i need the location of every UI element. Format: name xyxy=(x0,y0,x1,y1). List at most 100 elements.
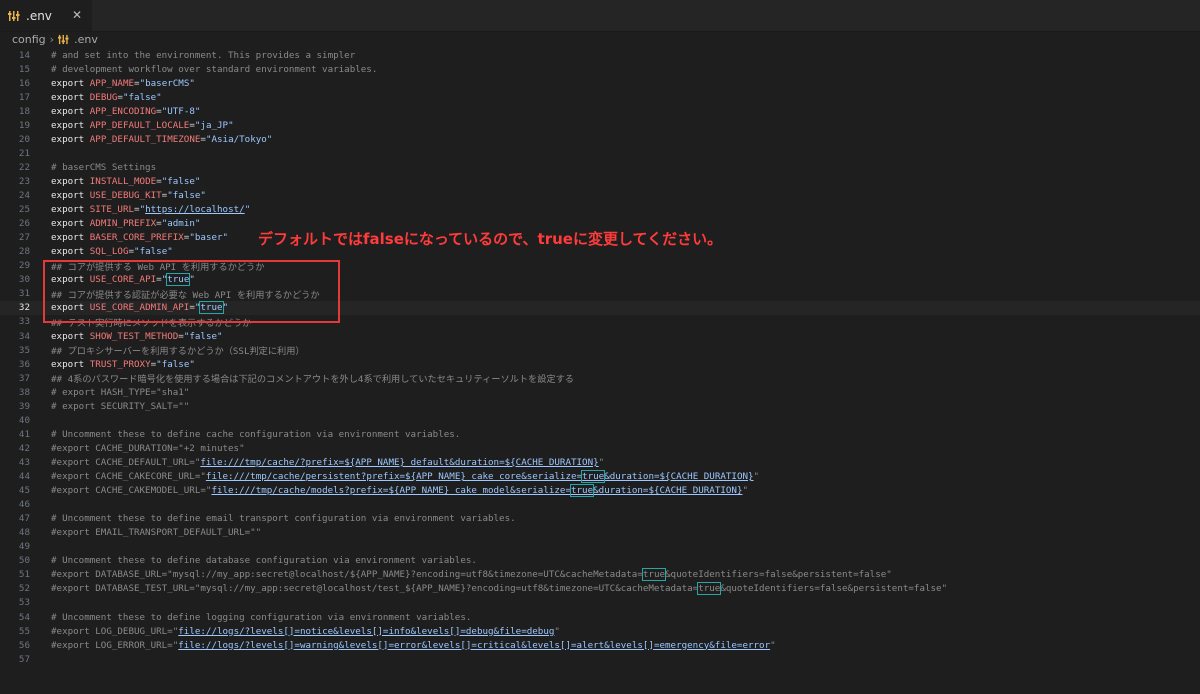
code-line[interactable]: 43 #export CACHE_DEFAULT_URL="file:///tmp… xyxy=(0,455,1200,469)
line-text: # export HASH_TYPE="sha1" xyxy=(51,386,190,398)
code-line[interactable]: 44 #export CACHE_CAKECORE_URL="file:///tm… xyxy=(0,470,1200,484)
line-number: 24 xyxy=(18,190,30,201)
line-number: 20 xyxy=(18,133,30,145)
line-number: 26 xyxy=(18,218,30,230)
code-line[interactable]: 41 # Uncomment these to define cache conf… xyxy=(0,427,1200,441)
line-text: # development workflow over standard env… xyxy=(51,63,378,75)
breadcrumb-file[interactable]: .env xyxy=(58,33,98,46)
code-line[interactable]: 15 # development workflow over standard e… xyxy=(0,62,1200,76)
line-number: 43 xyxy=(18,456,30,468)
line-number: 41 xyxy=(18,428,30,440)
line-number: 40 xyxy=(18,414,30,426)
line-number: 55 xyxy=(18,625,30,637)
code-line[interactable]: 17 export DEBUG="false" xyxy=(0,90,1200,104)
code-line[interactable]: 55 #export LOG_DEBUG_URL="file://logs/?le… xyxy=(0,624,1200,638)
code-line[interactable]: 20 export APP_DEFAULT_TIMEZONE="Asia/Toky… xyxy=(0,132,1200,146)
line-number: 18 xyxy=(18,105,30,117)
code-line[interactable]: 47 # Uncomment these to define email tran… xyxy=(0,512,1200,526)
line-text: #export CACHE_DURATION="+2 minutes" xyxy=(51,442,245,454)
line-text: ## 4系のパスワード暗号化を使用する場合は下記のコメントアウトを外し4系で利用… xyxy=(51,374,574,386)
code-line[interactable]: 54 # Uncomment these to define logging co… xyxy=(0,610,1200,624)
code-line[interactable]: 40 xyxy=(0,413,1200,427)
line-number: 46 xyxy=(18,499,30,511)
line-text: # and set into the environment. This pro… xyxy=(51,49,356,61)
line-number: 21 xyxy=(18,147,30,159)
code-line[interactable]: 42 #export CACHE_DURATION="+2 minutes" xyxy=(0,441,1200,455)
line-number: 22 xyxy=(18,161,30,173)
code-line[interactable]: 51 #export DATABASE_URL="mysql://my_app:s… xyxy=(0,568,1200,582)
line-text: export SHOW_TEST_METHOD="false" xyxy=(51,330,223,342)
line-text: # Uncomment these to define database con… xyxy=(51,555,477,567)
code-line[interactable]: 35 ## プロキシサーバーを利用するかどうか（SSL判定に利用） xyxy=(0,343,1200,358)
line-number: 19 xyxy=(18,119,30,131)
line-text: export APP_DEFAULT_LOCALE="ja_JP" xyxy=(51,119,234,131)
annotation-highlight-box xyxy=(43,260,340,323)
line-number: 44 xyxy=(18,471,30,482)
line-number: 39 xyxy=(18,400,30,412)
line-text: export APP_ENCODING="UTF-8" xyxy=(51,105,201,117)
code-line[interactable]: 34 export SHOW_TEST_METHOD="false" xyxy=(0,329,1200,343)
breadcrumb-folder[interactable]: config xyxy=(12,33,46,46)
line-text: export INSTALL_MODE="false" xyxy=(51,175,201,187)
code-line[interactable]: 45 #export CACHE_CAKEMODEL_URL="file:///t… xyxy=(0,484,1200,498)
line-text: #export CACHE_CAKECORE_URL="file:///tmp/… xyxy=(51,470,760,483)
line-number: 35 xyxy=(18,344,30,356)
code-line[interactable]: 39 # export SECURITY_SALT="" xyxy=(0,399,1200,413)
tab-env[interactable]: .env ✕ xyxy=(0,0,92,31)
code-line[interactable]: 36 export TRUST_PROXY="false" xyxy=(0,357,1200,371)
line-text: export DEBUG="false" xyxy=(51,91,162,103)
code-line[interactable]: 19 export APP_DEFAULT_LOCALE="ja_JP" xyxy=(0,118,1200,132)
code-line[interactable]: 37 ## 4系のパスワード暗号化を使用する場合は下記のコメントアウトを外し4系で… xyxy=(0,371,1200,386)
settings-file-icon xyxy=(58,34,69,44)
line-number: 23 xyxy=(18,175,30,187)
line-text: #export DATABASE_TEST_URL="mysql://my_ap… xyxy=(51,582,948,596)
line-text: export ADMIN_PREFIX="admin" xyxy=(51,218,201,230)
code-line[interactable]: 21 xyxy=(0,146,1200,160)
close-icon[interactable]: ✕ xyxy=(70,8,84,22)
line-number: 52 xyxy=(18,583,30,595)
code-line[interactable]: 49 xyxy=(0,540,1200,554)
line-number: 28 xyxy=(18,246,30,258)
code-line[interactable]: 24 export USE_DEBUG_KIT="false" xyxy=(0,189,1200,203)
code-line[interactable]: 22 # baserCMS Settings xyxy=(0,160,1200,174)
tab-bar: .env ✕ xyxy=(0,0,1200,32)
line-text: export BASER_CORE_PREFIX="baser" xyxy=(51,232,229,244)
code-line[interactable]: 16 export APP_NAME="baserCMS" xyxy=(0,76,1200,90)
line-number: 48 xyxy=(18,527,30,539)
code-editor[interactable]: 14 # and set into the environment. This p… xyxy=(0,48,1200,694)
code-line[interactable]: 53 xyxy=(0,596,1200,610)
code-line[interactable]: 46 xyxy=(0,498,1200,512)
code-line[interactable]: 57 xyxy=(0,652,1200,666)
code-line[interactable]: 50 # Uncomment these to define database c… xyxy=(0,554,1200,568)
line-text: export USE_DEBUG_KIT="false" xyxy=(51,190,206,201)
line-text: #export CACHE_DEFAULT_URL="file:///tmp/c… xyxy=(51,456,605,468)
code-line[interactable]: 18 export APP_ENCODING="UTF-8" xyxy=(0,104,1200,118)
line-text: # Uncomment these to define cache config… xyxy=(51,428,461,440)
code-line[interactable]: 14 # and set into the environment. This p… xyxy=(0,48,1200,62)
line-number: 42 xyxy=(18,442,30,454)
line-number: 37 xyxy=(18,372,30,384)
line-number: 56 xyxy=(18,639,30,651)
code-line[interactable]: 56 #export LOG_ERROR_URL="file://logs/?le… xyxy=(0,638,1200,652)
line-text: #export LOG_DEBUG_URL="file://logs/?leve… xyxy=(51,625,560,637)
line-number: 54 xyxy=(18,611,30,623)
line-text: export TRUST_PROXY="false" xyxy=(51,358,195,370)
line-text: # Uncomment these to define logging conf… xyxy=(51,611,472,623)
line-number: 49 xyxy=(18,541,30,553)
line-text: export APP_NAME="baserCMS" xyxy=(51,77,195,89)
line-number: 14 xyxy=(18,49,30,61)
line-number: 15 xyxy=(18,63,30,75)
code-line[interactable]: 48 #export EMAIL_TRANSPORT_DEFAULT_URL="" xyxy=(0,526,1200,540)
line-number: 25 xyxy=(18,204,30,216)
line-text: #export DATABASE_URL="mysql://my_app:sec… xyxy=(51,568,892,582)
code-line[interactable]: 25 export SITE_URL="https://localhost/" xyxy=(0,203,1200,217)
line-number: 57 xyxy=(18,653,30,665)
code-line[interactable]: 38 # export HASH_TYPE="sha1" xyxy=(0,385,1200,399)
line-number: 51 xyxy=(18,569,30,581)
code-line[interactable]: 23 export INSTALL_MODE="false" xyxy=(0,174,1200,188)
code-line[interactable]: 52 #export DATABASE_TEST_URL="mysql://my_… xyxy=(0,582,1200,596)
tab-label: .env xyxy=(26,8,52,23)
line-text: #export CACHE_CAKEMODEL_URL="file:///tmp… xyxy=(51,484,749,498)
settings-file-icon xyxy=(8,10,20,21)
line-number: 53 xyxy=(18,597,30,609)
